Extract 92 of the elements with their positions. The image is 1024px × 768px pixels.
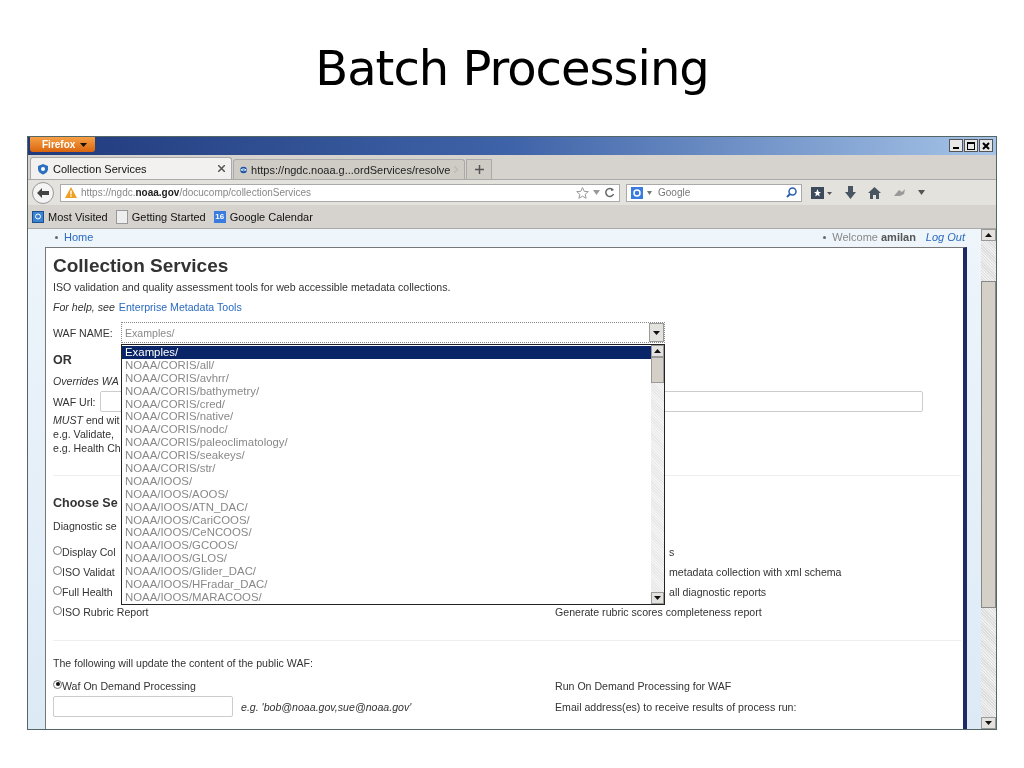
dropdown-option[interactable]: NOAA/IOOS/MARACOOS/	[122, 590, 651, 604]
page-heading: Collection Services	[53, 255, 229, 277]
description-text: Email address(es) to receive results of process run:	[555, 700, 797, 713]
welcome-text: Welcome amilan	[832, 231, 916, 243]
help-link[interactable]: Enterprise Metadata Tools	[118, 301, 242, 313]
intro-text: ISO validation and quality assessment tools for web accessible metadata collections.	[53, 280, 451, 294]
bookmark-link[interactable]: Getting Started	[115, 209, 206, 224]
waf-name-select[interactable]: Examples/	[121, 322, 665, 343]
close-button[interactable]	[979, 139, 993, 152]
dropdown-option[interactable]: Examples/	[122, 346, 651, 359]
dropdown-option[interactable]: NOAA/CORIS/avhrr/	[122, 371, 651, 385]
up-arrow-icon	[985, 233, 992, 237]
down-arrow-icon	[80, 142, 88, 147]
down-arrow-icon	[985, 721, 992, 725]
google-icon	[631, 186, 643, 199]
new-tab-button[interactable]	[466, 159, 492, 179]
folder-icon	[32, 210, 44, 223]
bookmark-link[interactable]: 16 Google Calendar	[213, 210, 313, 223]
description-text: metadata collection with xml schema	[669, 566, 842, 578]
list-scrollbar[interactable]	[651, 345, 664, 604]
browser-tab[interactable]: Collection Services	[30, 157, 232, 179]
maximize-icon	[967, 141, 975, 150]
down-arrow-icon	[654, 596, 661, 600]
dropdown-option[interactable]: NOAA/IOOS/CeNCOOS/	[122, 526, 651, 540]
section-heading: Choose Se	[53, 496, 118, 510]
radio-label: Display Col	[62, 546, 116, 558]
star-icon[interactable]	[576, 186, 589, 199]
note-text: The following will update the content of the public WAF:	[53, 656, 313, 670]
radio-label: ISO Rubric Report	[62, 606, 149, 618]
search-field[interactable]: Google	[626, 183, 802, 202]
field-label: WAF NAME:	[53, 326, 114, 339]
scrollbar-thumb[interactable]	[651, 357, 664, 383]
back-arrow-icon	[37, 187, 49, 198]
dropdown-option[interactable]: NOAA/CORIS/paleoclimatology/	[122, 436, 651, 450]
warning-icon	[65, 187, 77, 198]
description-text: s	[669, 546, 675, 558]
or-heading: OR	[53, 353, 72, 367]
app-menu-button[interactable]: Firefox	[30, 137, 96, 152]
dropdown-option[interactable]: NOAA/IOOS/CariCOOS/	[122, 513, 651, 527]
dropdown-option[interactable]: NOAA/CORIS/cred/	[122, 397, 651, 411]
download-icon[interactable]	[842, 186, 859, 199]
logout-link[interactable]: Log Out	[925, 231, 965, 243]
minimize-button[interactable]	[949, 139, 963, 152]
dropdown-option[interactable]: NOAA/CORIS/str/	[122, 462, 651, 475]
dropdown-option[interactable]: NOAA/IOOS/	[122, 474, 651, 488]
example-text: e.g. Validate,	[53, 427, 115, 441]
slide-title: Batch Processing	[315, 39, 709, 98]
home-link[interactable]: Home	[64, 231, 94, 243]
dropdown-option[interactable]: NOAA/CORIS/native/	[122, 410, 651, 424]
example-text: e.g. Health Ch	[53, 441, 121, 455]
dropdown-icon[interactable]	[593, 190, 600, 195]
menu-icon[interactable]	[915, 190, 928, 195]
radio-label: ISO Validat	[62, 566, 115, 578]
page-scrollbar[interactable]	[981, 229, 996, 729]
description-text: Run On Demand Processing for WAF	[555, 680, 732, 692]
dropdown-icon[interactable]	[647, 190, 652, 195]
dropdown-option[interactable]: NOAA/CORIS/all/	[122, 358, 651, 372]
note-text: Overrides WA	[53, 374, 119, 388]
dropdown-option[interactable]: NOAA/CORIS/nodc/	[122, 423, 651, 437]
email-field[interactable]	[53, 696, 233, 717]
calendar-icon: 16	[213, 210, 226, 223]
description-text: Generate rubric scores completeness report	[555, 606, 762, 618]
dropdown-option[interactable]: NOAA/IOOS/GCOOS/	[122, 539, 651, 553]
dropdown-option[interactable]: NOAA/IOOS/Glider_DAC/	[122, 565, 651, 579]
dropdown-option[interactable]: NOAA/IOOS/AOOS/	[122, 487, 651, 501]
dropdown-option[interactable]: NOAA/IOOS/HFradar_DAC/	[122, 578, 651, 591]
dropdown-option[interactable]: NOAA/IOOS/GLOS/	[122, 552, 651, 566]
help-text: For help, see	[53, 301, 115, 313]
radio-label: Waf On Demand Processing	[62, 680, 196, 692]
hint-text: e.g. 'bob@noaa.gov,sue@noaa.gov'	[241, 700, 412, 713]
note-text: MUST end wit	[53, 413, 120, 427]
reload-icon[interactable]	[604, 187, 615, 198]
close-icon	[982, 141, 990, 150]
dropdown-option[interactable]: NOAA/CORIS/bathymetry/	[122, 384, 651, 398]
browser-tab[interactable]: https://ngdc.noaa.g...ordServices/resolve	[233, 159, 465, 179]
maximize-button[interactable]	[964, 139, 978, 152]
plus-icon	[474, 165, 484, 174]
close-icon[interactable]	[218, 165, 225, 172]
dropdown-option[interactable]: NOAA/CORIS/seakeys/	[122, 449, 651, 462]
dropdown-option[interactable]: NOAA/IOOS/ATN_DAC/	[122, 500, 651, 514]
note-text: Diagnostic se	[53, 519, 117, 533]
radio-label: Full Health	[62, 586, 113, 598]
bookmark-link[interactable]: Most Visited	[32, 210, 108, 223]
field-label: WAF Url:	[53, 395, 96, 408]
description-text: all diagnostic reports	[669, 586, 767, 598]
back-button[interactable]	[32, 181, 54, 204]
down-arrow-icon	[653, 330, 660, 335]
page-icon	[115, 209, 128, 224]
address-bar[interactable]: https://ngdc.noaa.gov/docucomp/collectionServices	[60, 183, 620, 202]
search-icon[interactable]	[786, 187, 797, 198]
shield-icon	[37, 162, 49, 175]
up-arrow-icon	[654, 349, 661, 353]
